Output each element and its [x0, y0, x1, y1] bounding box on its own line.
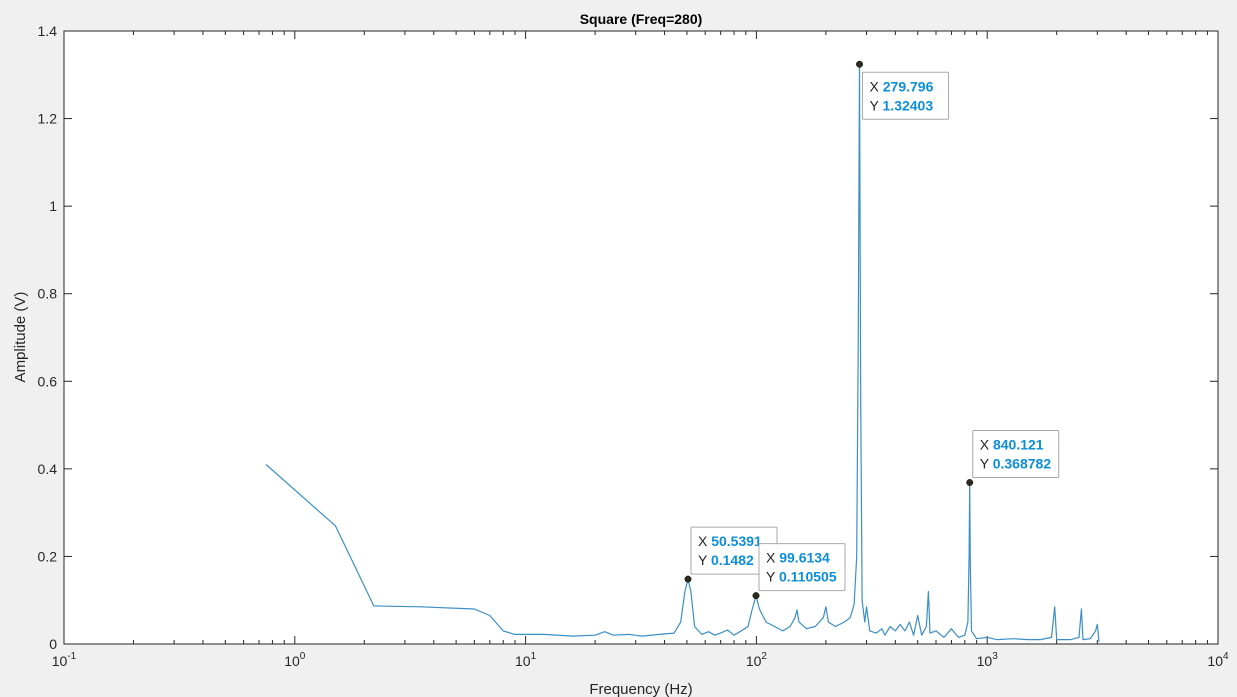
- x-tick-label: 10-1: [52, 651, 77, 669]
- datatip-y-value: 0.1482: [711, 552, 754, 568]
- datatip-y-row: Y 1.32403: [870, 97, 934, 113]
- datatip-x-value: 279.796: [883, 78, 934, 94]
- datatip-x-row: X 99.6134: [766, 550, 830, 566]
- plot-area: [64, 31, 1218, 644]
- x-tick-exponent: 4: [1223, 651, 1229, 662]
- datatip-x-value: 99.6134: [779, 550, 830, 566]
- datatip-marker: [856, 60, 863, 68]
- datatip-marker: [684, 575, 692, 583]
- x-tick-exponent: 3: [992, 651, 998, 662]
- x-tick-exponent: 0: [300, 651, 306, 662]
- y-tick-label: 1.4: [38, 23, 58, 39]
- datatip[interactable]: X 99.6134 Y 0.110505: [752, 543, 846, 600]
- datatip-marker: [966, 479, 974, 486]
- y-tick-label: 1: [49, 198, 57, 214]
- datatip-y-value: 1.32403: [883, 97, 934, 113]
- y-tick-label: 0.2: [38, 548, 58, 564]
- datatip-y-row: Y 0.368782: [980, 456, 1052, 472]
- x-tick-exponent: -1: [67, 651, 76, 662]
- x-tick-label: 101: [515, 651, 537, 669]
- x-tick-label: 100: [284, 651, 306, 669]
- datatip-x-row: X 50.5391: [698, 533, 762, 549]
- datatip-y-row: Y 0.1482: [698, 552, 754, 568]
- chart-title: Square (Freq=280): [580, 11, 703, 27]
- x-tick-exponent: 1: [531, 651, 537, 662]
- datatip-x-value: 840.121: [993, 437, 1044, 453]
- datatip[interactable]: X 840.121 Y 0.368782: [966, 430, 1060, 486]
- y-tick-label: 1.2: [38, 111, 58, 127]
- x-tick-exponent: 2: [761, 651, 767, 662]
- datatip-x-value: 50.5391: [711, 533, 762, 549]
- datatip-y-value: 0.110505: [779, 569, 837, 585]
- datatip-x-row: X 840.121: [980, 437, 1044, 453]
- x-axis-label: Frequency (Hz): [589, 681, 692, 697]
- y-axis-label: Amplitude (V): [12, 292, 29, 383]
- y-tick-label: 0: [49, 636, 57, 652]
- x-tick-label: 102: [746, 651, 768, 669]
- datatip-y-row: Y 0.110505: [766, 569, 837, 585]
- datatip-marker: [752, 592, 760, 600]
- x-tick-label: 104: [1207, 651, 1229, 669]
- datatip-y-value: 0.368782: [993, 456, 1052, 472]
- datatip-x-row: X 279.796: [870, 78, 934, 94]
- figure: 10-1 100 101 102 103 10400.20.40.60.811.21.4 …: [12, 11, 1229, 697]
- x-tick-label: 103: [977, 651, 999, 669]
- y-tick-label: 0.4: [38, 461, 58, 477]
- y-tick-label: 0.8: [38, 286, 58, 302]
- y-tick-label: 0.6: [38, 373, 58, 389]
